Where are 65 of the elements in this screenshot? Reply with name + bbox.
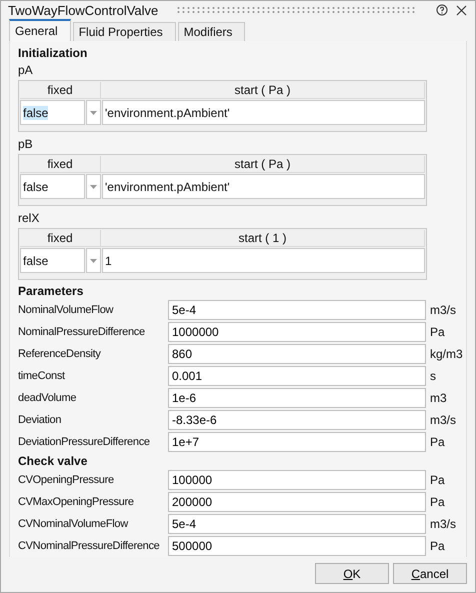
column-header: start ( 1 ) <box>101 230 425 247</box>
start-cell[interactable]: 'environment.pAmbient' <box>102 100 425 125</box>
section-heading: Parameters <box>18 284 84 299</box>
parameter-label: ReferenceDensity <box>18 348 102 360</box>
variable-label: relX <box>18 211 40 225</box>
parameter-label: CVNominalVolumeFlow <box>18 518 130 530</box>
dialog-button[interactable]: OK <box>315 563 389 584</box>
parameter-label: NominalVolumeFlow <box>18 304 114 316</box>
caret-icon <box>90 184 97 188</box>
parameter-label: Deviation <box>18 414 62 426</box>
window-title: TwoWayFlowControlValve <box>8 2 158 18</box>
unit-label: Pa <box>429 539 446 553</box>
unit-label: m3/s <box>429 303 458 317</box>
parameter-label: timeConst <box>18 370 66 382</box>
tab[interactable]: General <box>9 19 71 41</box>
parameter-label: deadVolume <box>18 392 78 404</box>
input-field[interactable]: 5e-4 <box>168 300 426 320</box>
column-header: fixed <box>20 230 101 247</box>
column-header: start ( Pa ) <box>101 156 425 173</box>
parameter-label: NominalPressureDifference <box>18 326 146 338</box>
input-field[interactable]: 0.001 <box>168 366 426 386</box>
help-icon[interactable] <box>436 4 448 16</box>
unit-label: s <box>429 369 437 383</box>
caret-icon <box>90 110 97 114</box>
input-field[interactable]: 1e+7 <box>168 432 426 452</box>
input-field[interactable]: 1e-6 <box>168 388 426 408</box>
unit-label: Pa <box>429 473 446 487</box>
fixed-cell[interactable]: false <box>20 100 85 125</box>
input-field[interactable]: 5e-4 <box>168 514 426 534</box>
tab[interactable]: Modifiers <box>178 22 246 41</box>
parameter-label: DeviationPressureDifference <box>18 436 151 448</box>
dropdown-button[interactable] <box>86 248 101 273</box>
fixed-cell[interactable]: false <box>20 248 85 273</box>
start-cell[interactable]: 'environment.pAmbient' <box>102 174 425 199</box>
parameter-label: CVMaxOpeningPressure <box>18 496 135 508</box>
input-field[interactable]: 200000 <box>168 492 426 512</box>
unit-label: Pa <box>429 325 446 339</box>
input-field[interactable]: 500000 <box>168 536 426 556</box>
column-header: fixed <box>20 156 101 173</box>
unit-label: kg/m3 <box>429 347 463 361</box>
unit-label: m3 <box>429 391 448 405</box>
variable-label: pA <box>18 63 34 77</box>
close-icon[interactable] <box>456 4 467 16</box>
dialog-button[interactable]: Cancel <box>393 563 467 584</box>
unit-label: Pa <box>429 495 446 509</box>
input-field[interactable]: 100000 <box>168 470 426 490</box>
input-field[interactable]: 860 <box>168 344 426 364</box>
dropdown-button[interactable] <box>86 100 101 125</box>
dropdown-button[interactable] <box>86 174 101 199</box>
section-heading: Initialization <box>18 46 88 61</box>
column-header: start ( Pa ) <box>101 82 425 99</box>
input-field[interactable]: 1000000 <box>168 322 426 342</box>
start-cell[interactable]: 1 <box>102 248 425 273</box>
input-field[interactable]: -8.33e-6 <box>168 410 426 430</box>
caret-icon <box>90 258 97 262</box>
unit-label: m3/s <box>429 413 458 427</box>
parameter-label: CVNominalPressureDifference <box>18 540 160 552</box>
tab[interactable]: Fluid Properties <box>72 22 176 41</box>
section-heading: Check valve <box>18 454 88 469</box>
variable-label: pB <box>18 137 34 151</box>
parameter-label: CVOpeningPressure <box>18 474 115 486</box>
column-header: fixed <box>20 82 101 99</box>
unit-label: m3/s <box>429 517 458 531</box>
unit-label: Pa <box>429 435 446 449</box>
fixed-cell[interactable]: false <box>20 174 85 199</box>
